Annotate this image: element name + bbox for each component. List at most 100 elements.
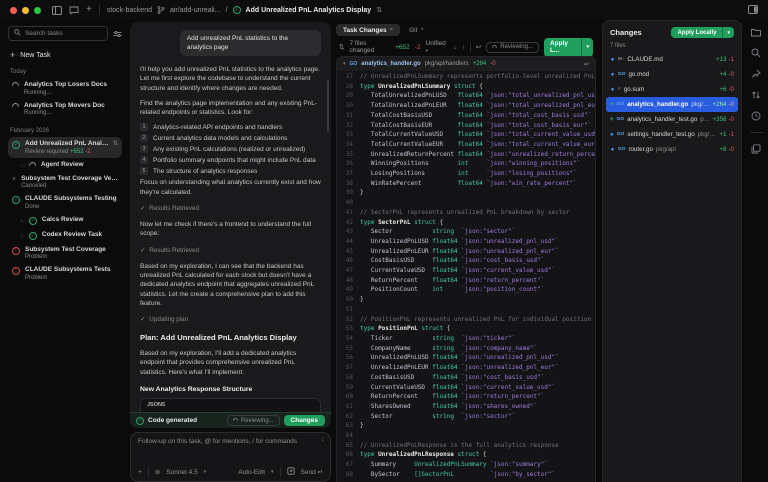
task-item[interactable]: !Subsystem Test CoverageProblem (8, 243, 122, 264)
apply-locally-label: Apply Locally (671, 27, 722, 38)
task-subtitle: Review required +652 -2 (25, 149, 118, 155)
attach-button[interactable]: + (138, 469, 142, 476)
close-icon[interactable]: × (420, 27, 424, 33)
diff-file-card: ▾ GO analytics_handler.go pkg/api/handle… (336, 56, 596, 482)
file-row[interactable]: +GOanalytics_handler_test.gopkg/api/hand… (603, 112, 741, 127)
task-item[interactable]: ∟✓Calcs Review (16, 213, 122, 228)
task-item[interactable]: Analytics Top Movers DocRunning... (8, 99, 122, 120)
edit-mode-selector[interactable]: Auto-Edit (238, 469, 265, 476)
undo-icon[interactable]: ↩ (476, 43, 481, 51)
task-item[interactable]: ✓CLAUDE Subsystems TestingDone (8, 192, 122, 213)
history-icon[interactable] (751, 111, 761, 121)
line-content: LosingPositions int `json:"losing_positi… (360, 169, 577, 179)
task-sidebar: Search tasks + New Task TodayAnalytics T… (0, 20, 128, 482)
compare-icon[interactable] (751, 90, 761, 100)
file-name: go.mod (628, 71, 649, 78)
task-item[interactable]: Analytics Top Losers DocsRunning... (8, 78, 122, 99)
line-content: ReturnPercent float64 `json:"return_perc… (360, 392, 544, 402)
folder-icon[interactable] (751, 28, 761, 37)
chat-scrollbar[interactable] (327, 80, 330, 132)
diff-code[interactable]: 27// UnrealizedPnLSummary represents por… (337, 71, 595, 482)
apply-button[interactable]: Apply L... ▾ (544, 38, 593, 57)
code-line: 42type SectorPnL struct { (337, 218, 595, 228)
new-task-button[interactable]: + New Task (10, 50, 120, 60)
apply-locally-dropdown[interactable]: ▾ (722, 27, 734, 38)
line-number: 42 (337, 218, 353, 228)
task-item[interactable]: ✓Add Unrealized PnL Analytics ...⇅Review… (8, 137, 122, 158)
pin-icon[interactable] (751, 69, 761, 79)
code-line: 47 CurrentValueUSD float64 `json:"curren… (337, 266, 595, 276)
task-title: Calcs Review (42, 216, 118, 223)
code-line: 27// UnrealizedPnLSummary represents por… (337, 72, 595, 82)
file-row[interactable]: ●M↓CLAUDE.md+13-1 (603, 52, 741, 67)
revert-icon[interactable]: ↩ (584, 61, 589, 68)
arrow-up-icon[interactable]: ↑ (462, 44, 465, 51)
diff-file-header[interactable]: ▾ GO analytics_handler.go pkg/api/handle… (337, 57, 595, 71)
apply-dropdown[interactable]: ▾ (581, 38, 593, 57)
sidebar-toggle-icon[interactable] (52, 6, 62, 15)
right-panel-toggle-icon[interactable] (748, 5, 758, 14)
modified-dot-icon: ● (610, 56, 615, 63)
model-selector[interactable]: Sonnet 4.5 (166, 469, 197, 476)
zoom-window-button[interactable] (34, 7, 41, 14)
assistant-paragraph: Focus on understanding what analytics cu… (140, 178, 321, 197)
file-row[interactable]: ●≡go.sum+6-0 (603, 82, 741, 97)
code-line: 28type UnrealizedPnLSummary struct { (337, 82, 595, 92)
breadcrumb-branch[interactable]: air/add-unreali... (170, 7, 221, 14)
send-mode-icon[interactable] (287, 467, 295, 477)
line-content: CurrentValueUSD float64 `json:"current_v… (360, 266, 555, 276)
line-content: TotalCostBasisEUR float64 `json:"total_c… (360, 121, 591, 131)
followup-composer[interactable]: Follow-up on this task, @ for mentions, … (130, 432, 331, 482)
search-input[interactable]: Search tasks (8, 26, 108, 41)
tab-git[interactable]: Git× (402, 24, 431, 36)
line-content: TotalCurrentValueEUR float64 `json:"tota… (360, 140, 595, 150)
breadcrumb-separator: / (226, 7, 228, 14)
search-icon[interactable] (751, 48, 761, 58)
task-item[interactable]: ∟Agent Review (16, 158, 122, 172)
tab-task-changes[interactable]: Task Changes× (336, 24, 400, 36)
right-icon-rail (744, 20, 768, 482)
close-window-button[interactable] (10, 7, 17, 14)
task-item[interactable]: ×Subsystem Test Coverage Verific...Cance… (8, 172, 122, 193)
expand-composer-icon[interactable]: ↕ (321, 437, 324, 443)
step-text: The structure of analytics responses (153, 168, 257, 175)
line-content: TotalUnrealizedPnLUSD float64 `json:"tot… (360, 91, 595, 101)
file-row[interactable]: ●GOgo.mod+4-0 (603, 67, 741, 82)
diff-arrows-icon[interactable]: ⇅ (376, 7, 382, 14)
chat-scroll-area[interactable]: Add unrealized PnL statistics to the ana… (130, 22, 331, 412)
task-item[interactable]: ∟✓Codex Review Task (16, 228, 122, 243)
filter-icon[interactable] (113, 30, 122, 38)
sort-icon[interactable]: ⇅ (339, 43, 344, 51)
user-message-bubble: Add unrealized PnL statistics to the ana… (180, 30, 321, 56)
layers-icon[interactable] (751, 144, 761, 154)
view-mode-selector[interactable]: Unified ▾ (426, 40, 449, 54)
breadcrumb-repo[interactable]: stock-backend (107, 7, 152, 14)
file-path: pkg/api/handlers (700, 116, 709, 123)
chat-column: Add unrealized PnL statistics to the ana… (128, 20, 333, 482)
chat-icon[interactable] (69, 6, 79, 15)
apply-locally-button[interactable]: Apply Locally ▾ (671, 27, 734, 38)
pull-request-icon: ⇅ (113, 140, 118, 147)
step-number: 2 (140, 134, 148, 142)
task-item[interactable]: !CLAUDE Subsystems TestsProblem (8, 263, 122, 284)
modified-dot-icon: ● (610, 71, 615, 78)
send-button[interactable]: Send ↵ (301, 468, 323, 476)
file-row[interactable]: ●GOrouter.gopkg/api+8-0 (603, 142, 741, 157)
close-icon[interactable]: × (390, 27, 394, 33)
line-number: 29 (337, 91, 353, 101)
file-row[interactable]: ●GOsettings_handler_test.gopkg/api/handl… (603, 127, 741, 142)
collapse-chevron-icon[interactable]: ▾ (343, 61, 346, 67)
files-changed-label: 7 files changed (349, 40, 390, 54)
minimize-window-button[interactable] (22, 7, 29, 14)
code-line: 48 ReturnPercent float64 `json:"return_p… (337, 276, 595, 286)
file-path: pkg/api/handlers (425, 61, 469, 67)
file-row[interactable]: +GOanalytics_handler.gopkg/api/handlers+… (606, 97, 738, 112)
code-line: 55 CompanyName string `json:"company_nam… (337, 344, 595, 354)
arrow-down-icon[interactable]: ↓ (453, 44, 456, 51)
changes-button[interactable]: Changes (284, 415, 325, 426)
code-line: 49 PositionCount int `json:"position_cou… (337, 285, 595, 295)
file-additions: +4 (719, 71, 726, 78)
line-content: CostBasisUSD float64 `json:"cost_basis_u… (360, 373, 544, 383)
file-name: router.go (628, 146, 652, 153)
new-tab-button[interactable]: + (86, 5, 92, 15)
